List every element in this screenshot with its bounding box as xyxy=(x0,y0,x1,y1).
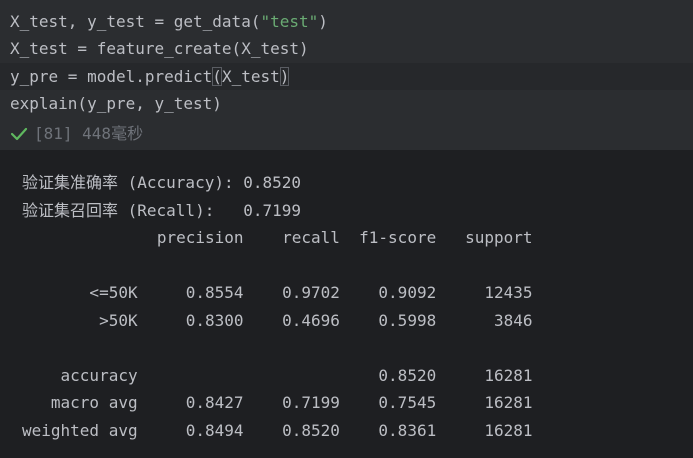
matched-bracket-open: ( xyxy=(212,67,222,86)
code-line-3-current[interactable]: y_pre = model.predict(X_test) xyxy=(0,63,693,90)
code-cell[interactable]: X_test, y_test = get_data("test") X_test… xyxy=(0,0,693,150)
code-text: X_test = feature_create(X_test) xyxy=(10,39,309,58)
code-line-1[interactable]: X_test, y_test = get_data("test") xyxy=(10,8,328,35)
output-line-accuracy: 验证集准确率 (Accuracy): 0.8520 xyxy=(22,173,302,192)
check-icon xyxy=(10,127,28,140)
execution-status: [81] 448毫秒 xyxy=(10,120,143,147)
code-text: ) xyxy=(318,12,328,31)
report-row-le50k: <=50K 0.8554 0.9702 0.9092 12435 xyxy=(22,283,533,302)
report-row-accuracy: accuracy 0.8520 16281 xyxy=(22,366,533,385)
code-line-4[interactable]: explain(y_pre, y_test) xyxy=(10,90,222,117)
code-string: "test" xyxy=(260,12,319,31)
code-line-2[interactable]: X_test = feature_create(X_test) xyxy=(10,35,309,62)
report-row-weighted-avg: weighted avg 0.8494 0.8520 0.8361 16281 xyxy=(22,421,533,440)
report-header: precision recall f1-score support xyxy=(22,228,533,247)
execution-count-time: [81] 448毫秒 xyxy=(34,124,144,143)
clipped-output-fragment xyxy=(154,156,224,162)
code-text: y_pre = model.predict xyxy=(10,67,213,86)
matched-bracket-close: ) xyxy=(279,67,290,86)
code-text: explain(y_pre, y_test) xyxy=(10,94,222,113)
code-text: X_test, y_test = get_data( xyxy=(10,12,261,31)
code-text: X_test xyxy=(221,67,280,86)
report-row-gt50k: >50K 0.8300 0.4696 0.5998 3846 xyxy=(22,311,533,330)
report-row-macro-avg: macro avg 0.8427 0.7199 0.7545 16281 xyxy=(22,393,533,412)
output-line-recall: 验证集召回率 (Recall): 0.7199 xyxy=(22,201,302,220)
